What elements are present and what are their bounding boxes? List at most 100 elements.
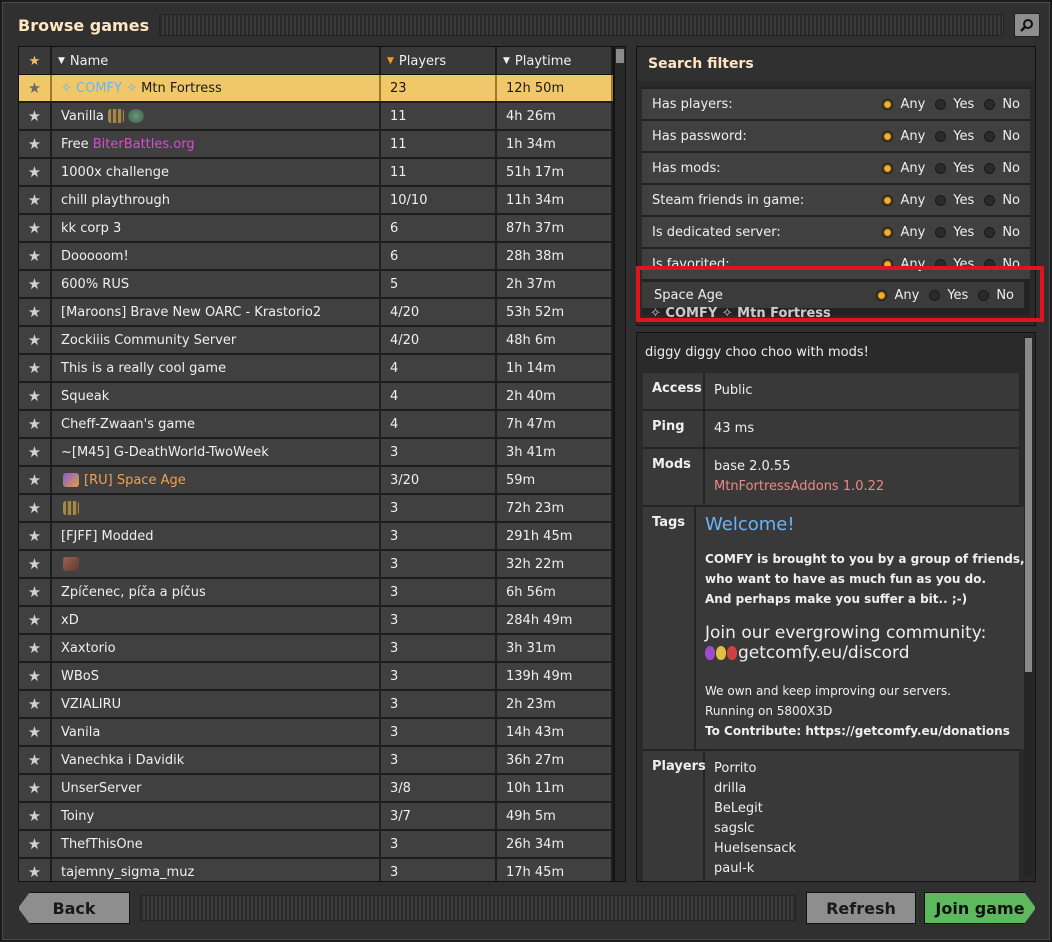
table-row[interactable]: ★ Vanilla 11 4h 26m bbox=[19, 103, 613, 131]
radio-no[interactable] bbox=[984, 162, 996, 174]
column-players[interactable]: ▼ Players bbox=[381, 47, 497, 75]
favorite-star-icon[interactable]: ★ bbox=[19, 159, 52, 185]
table-row[interactable]: ★ [FJFF] Modded 3 291h 45m bbox=[19, 523, 613, 551]
favorite-star-icon[interactable]: ★ bbox=[19, 663, 52, 689]
favorite-star-icon[interactable]: ★ bbox=[19, 719, 52, 745]
favorite-star-icon[interactable]: ★ bbox=[19, 551, 52, 577]
table-row[interactable]: ★ Vanila 3 14h 43m bbox=[19, 719, 613, 747]
list-scrollbar-thumb[interactable] bbox=[616, 49, 624, 63]
favorite-star-icon[interactable]: ★ bbox=[19, 131, 52, 157]
favorite-star-icon[interactable]: ★ bbox=[19, 243, 52, 269]
radio-yes[interactable] bbox=[935, 258, 947, 270]
favorite-star-icon[interactable]: ★ bbox=[19, 355, 52, 381]
table-row[interactable]: ★ chill playthrough 10/10 11h 34m bbox=[19, 187, 613, 215]
favorite-star-icon[interactable]: ★ bbox=[19, 495, 52, 521]
radio-no[interactable] bbox=[984, 258, 996, 270]
table-row[interactable]: ★ UnserServer 3/8 10h 11m bbox=[19, 775, 613, 803]
radio-any[interactable] bbox=[882, 98, 894, 110]
table-row[interactable]: ★ xD 3 284h 49m bbox=[19, 607, 613, 635]
table-row[interactable]: ★ tajemny_sigma_muz 3 17h 45m bbox=[19, 859, 613, 881]
table-row[interactable]: ★ 3 72h 23m bbox=[19, 495, 613, 523]
column-name[interactable]: ▼ Name bbox=[52, 47, 381, 75]
radio-yes[interactable] bbox=[935, 162, 947, 174]
favorite-star-icon[interactable]: ★ bbox=[19, 579, 52, 605]
favorite-star-icon[interactable]: ★ bbox=[19, 383, 52, 409]
radio-any[interactable] bbox=[882, 226, 894, 238]
details-scrollbar[interactable] bbox=[1024, 336, 1034, 876]
table-row[interactable]: ★ 600% RUS 5 2h 37m bbox=[19, 271, 613, 299]
favorite-star-icon[interactable]: ★ bbox=[19, 635, 52, 661]
favorite-star-icon[interactable]: ★ bbox=[19, 327, 52, 353]
radio-no[interactable] bbox=[984, 98, 996, 110]
radio-any[interactable] bbox=[882, 258, 894, 270]
favorite-star-icon[interactable]: ★ bbox=[19, 691, 52, 717]
favorite-star-icon[interactable]: ★ bbox=[19, 803, 52, 829]
radio-any[interactable] bbox=[882, 130, 894, 142]
favorite-star-icon[interactable]: ★ bbox=[19, 103, 52, 129]
table-row[interactable]: ★ Squeak 4 2h 40m bbox=[19, 383, 613, 411]
radio-yes[interactable] bbox=[935, 98, 947, 110]
join-game-button[interactable]: Join game bbox=[924, 892, 1036, 924]
table-row[interactable]: ★ ~[M45] G-DeathWorld-TwoWeek 3 3h 41m bbox=[19, 439, 613, 467]
table-row[interactable]: ★ [Maroons] Brave New OARC - Krastorio2 4/… bbox=[19, 299, 613, 327]
favorite-star-icon[interactable]: ★ bbox=[19, 439, 52, 465]
favorite-star-icon[interactable]: ★ bbox=[19, 299, 52, 325]
playtime: 1h 14m bbox=[497, 355, 613, 381]
column-favorite[interactable]: ★ bbox=[19, 47, 52, 75]
radio-any[interactable] bbox=[882, 194, 894, 206]
favorite-star-icon[interactable]: ★ bbox=[19, 187, 52, 213]
radio-any[interactable] bbox=[882, 162, 894, 174]
radio-yes[interactable] bbox=[935, 226, 947, 238]
game-name bbox=[52, 495, 381, 521]
table-row[interactable]: ★ 3 32h 22m bbox=[19, 551, 613, 579]
radio-no[interactable] bbox=[984, 226, 996, 238]
radio-yes[interactable] bbox=[935, 194, 947, 206]
radio-any[interactable] bbox=[876, 289, 888, 301]
table-row[interactable]: ★ VZIALIRU 3 2h 23m bbox=[19, 691, 613, 719]
search-button[interactable] bbox=[1014, 13, 1040, 37]
red-potion-icon bbox=[727, 646, 738, 660]
favorite-star-icon[interactable]: ★ bbox=[19, 411, 52, 437]
favorite-star-icon[interactable]: ★ bbox=[19, 607, 52, 633]
favorite-star-icon[interactable]: ★ bbox=[19, 75, 52, 101]
table-row[interactable]: ★ Vanechka i Davidik 3 36h 27m bbox=[19, 747, 613, 775]
table-row[interactable]: ★ Toiny 3/7 49h 5m bbox=[19, 803, 613, 831]
favorite-star-icon[interactable]: ★ bbox=[19, 215, 52, 241]
table-row[interactable]: ★ kk corp 3 6 87h 37m bbox=[19, 215, 613, 243]
game-name-text: Vanila bbox=[61, 724, 101, 740]
table-row[interactable]: ★ This is a really cool game 4 1h 14m bbox=[19, 355, 613, 383]
table-row[interactable]: ★ [RU] Space Age 3/20 59m bbox=[19, 467, 613, 495]
favorite-star-icon[interactable]: ★ bbox=[19, 859, 52, 881]
table-row[interactable]: ★ Free BiterBattles.org 11 1h 34m bbox=[19, 131, 613, 159]
radio-no[interactable] bbox=[984, 130, 996, 142]
game-name: VZIALIRU bbox=[52, 691, 381, 717]
radio-no[interactable] bbox=[978, 289, 990, 301]
table-row[interactable]: ★ ✧ COMFY ✧ Mtn Fortress 23 12h 50m bbox=[19, 75, 613, 103]
favorite-star-icon[interactable]: ★ bbox=[19, 467, 52, 493]
radio-yes[interactable] bbox=[929, 289, 941, 301]
table-row[interactable]: ★ WBoS 3 139h 49m bbox=[19, 663, 613, 691]
table-row[interactable]: ★ Xaxtorio 3 3h 31m bbox=[19, 635, 613, 663]
favorite-star-icon[interactable]: ★ bbox=[19, 775, 52, 801]
column-playtime[interactable]: ▼ Playtime bbox=[497, 47, 613, 75]
favorite-star-icon[interactable]: ★ bbox=[19, 271, 52, 297]
details-scrollbar-thumb[interactable] bbox=[1025, 338, 1032, 672]
table-row[interactable]: ★ 1000x challenge 11 51h 17m bbox=[19, 159, 613, 187]
favorite-star-icon[interactable]: ★ bbox=[19, 747, 52, 773]
game-name: This is a really cool game bbox=[52, 355, 381, 381]
back-button[interactable]: Back bbox=[18, 892, 130, 924]
table-row[interactable]: ★ Zockiiis Community Server 4/20 48h 6m bbox=[19, 327, 613, 355]
table-row[interactable]: ★ Dooooom! 6 28h 38m bbox=[19, 243, 613, 271]
playtime: 26h 34m bbox=[497, 831, 613, 857]
table-row[interactable]: ★ Cheff-Zwaan's game 4 7h 47m bbox=[19, 411, 613, 439]
favorite-star-icon[interactable]: ★ bbox=[19, 523, 52, 549]
table-row[interactable]: ★ ThefThisOne 3 26h 34m bbox=[19, 831, 613, 859]
list-scrollbar[interactable] bbox=[614, 46, 626, 882]
drag-handle[interactable] bbox=[159, 14, 1004, 36]
radio-yes[interactable] bbox=[935, 130, 947, 142]
favorite-star-icon[interactable]: ★ bbox=[19, 831, 52, 857]
bottom-drag-handle[interactable] bbox=[140, 895, 796, 921]
radio-no[interactable] bbox=[984, 194, 996, 206]
table-row[interactable]: ★ Zpíčenec, píča a píčus 3 6h 56m bbox=[19, 579, 613, 607]
refresh-button[interactable]: Refresh bbox=[806, 892, 916, 924]
